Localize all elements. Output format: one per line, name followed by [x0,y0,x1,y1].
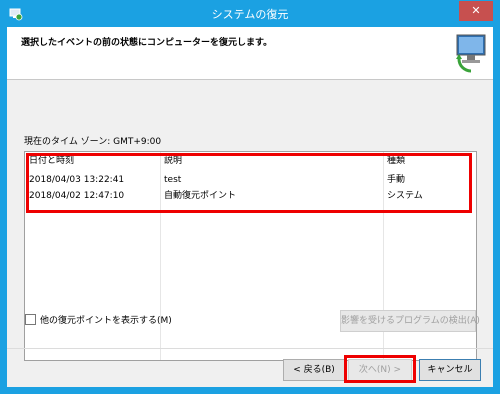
close-button[interactable]: ✕ [459,1,493,21]
computer-restore-icon [456,34,486,73]
table-highlight-box [26,153,472,213]
show-more-checkbox[interactable] [25,314,36,325]
cancel-button[interactable]: キャンセル [419,359,481,381]
scan-affected-programs-button[interactable]: 影響を受けるプログラムの検出(A) [340,310,480,332]
footer-divider [7,348,493,349]
content-panel: 現在のタイム ゾーン: GMT+9:00 日付と時刻 説明 種類 2018/04… [7,80,493,387]
title-bar[interactable]: システムの復元 ✕ [1,1,499,27]
header-panel: 選択したイベントの前の状態にコンピューターを復元します。 [7,27,493,80]
next-highlight-box [344,355,416,383]
system-restore-window: システムの復元 ✕ 選択したイベントの前の状態にコンピューターを復元します。 現… [0,0,500,394]
instruction-text: 選択したイベントの前の状態にコンピューターを復元します。 [21,38,273,48]
show-more-label[interactable]: 他の復元ポイントを表示する(M) [40,313,172,326]
window-title: システムの復元 [211,8,289,21]
back-button[interactable]: < 戻る(B) [283,359,345,381]
timezone-label: 現在のタイム ゾーン: GMT+9:00 [24,137,162,147]
